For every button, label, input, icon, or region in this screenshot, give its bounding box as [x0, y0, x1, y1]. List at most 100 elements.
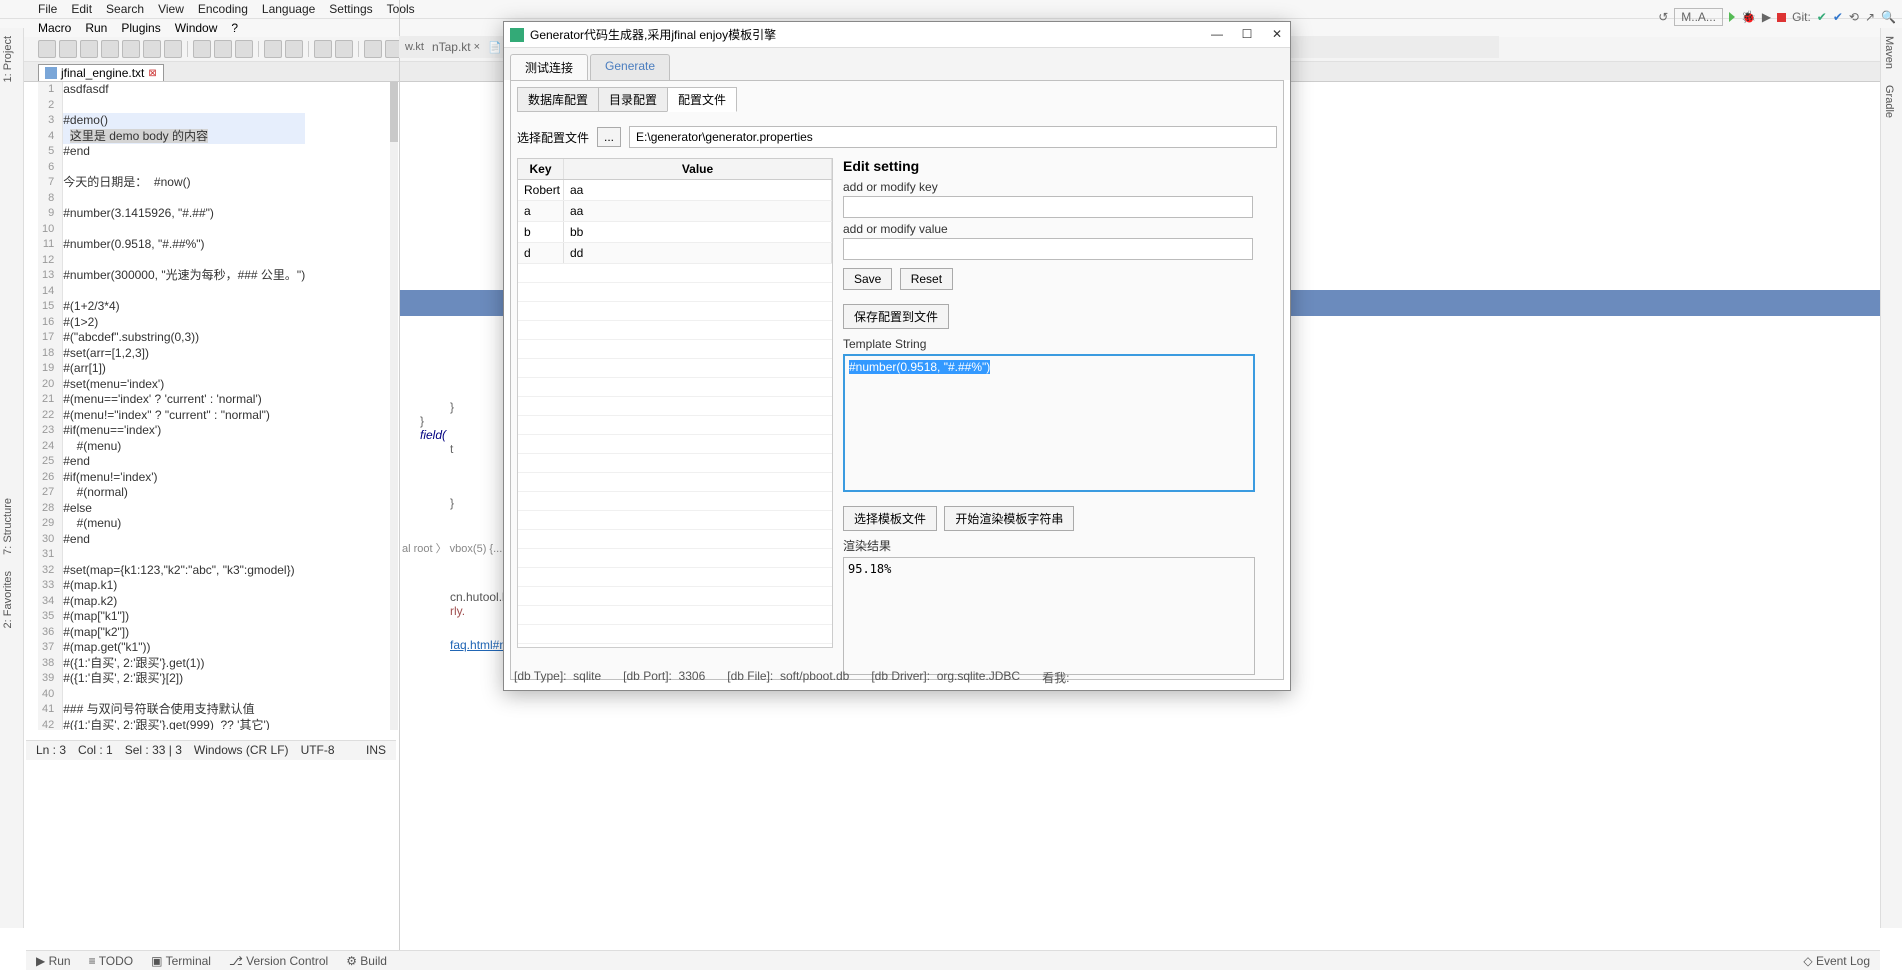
status-enc: UTF-8 — [301, 743, 335, 758]
ide-tab-2[interactable]: nTap.kt × — [432, 38, 480, 56]
template-string-label: Template String — [843, 337, 1277, 351]
bottom-todo[interactable]: ≡ TODO — [89, 954, 134, 968]
maximize-icon[interactable]: ☐ — [1240, 28, 1254, 42]
coverage-icon[interactable]: ▶ — [1762, 10, 1771, 24]
tb-find[interactable] — [314, 40, 332, 58]
app-icon — [510, 28, 524, 42]
close-icon[interactable]: ✕ — [1270, 28, 1284, 42]
subtab-db[interactable]: 数据库配置 — [517, 87, 599, 112]
scrollbar-thumb[interactable] — [390, 82, 398, 142]
status-ln: Ln : 3 — [36, 743, 66, 758]
kv-table[interactable]: Key Value Robertaaaaabbbddd — [517, 158, 833, 648]
template-textarea[interactable]: #number(0.9518, "#.##%") — [843, 354, 1255, 492]
subtab-dir[interactable]: 目录配置 — [598, 87, 668, 112]
stop-icon[interactable] — [1777, 13, 1786, 22]
structure-tool[interactable]: 7: Structure — [0, 490, 16, 563]
tb-cut[interactable] — [193, 40, 211, 58]
project-tool[interactable]: 1: Project — [0, 28, 16, 90]
gradle-tool[interactable]: Gradle — [1881, 77, 1897, 126]
table-row[interactable]: aaa — [518, 201, 832, 222]
editor-status-bar: Ln : 3 Col : 1 Sel : 33 | 3 Windows (CR … — [26, 740, 396, 760]
tb-closeall[interactable] — [143, 40, 161, 58]
editor-file-tab[interactable]: jfinal_engine.txt ⊠ — [38, 64, 164, 81]
menu-file[interactable]: File — [38, 2, 57, 16]
menu-edit[interactable]: Edit — [71, 2, 92, 16]
subtab-cfg[interactable]: 配置文件 — [667, 87, 737, 112]
maven-tool[interactable]: Maven — [1881, 28, 1897, 77]
tb-save[interactable] — [80, 40, 98, 58]
tb-print[interactable] — [164, 40, 182, 58]
status-sel: Sel : 33 | 3 — [125, 743, 182, 758]
value-input[interactable] — [843, 238, 1253, 260]
browse-button[interactable]: ... — [597, 127, 621, 147]
menu-view[interactable]: View — [158, 2, 184, 16]
tb-undo[interactable] — [264, 40, 282, 58]
bottom-terminal[interactable]: ▣ Terminal — [151, 954, 211, 968]
table-row[interactable]: Robertaa — [518, 180, 832, 201]
dialog-status-bar: [db Type]: sqlite [db Port]: 3306 [db Fi… — [514, 669, 1280, 686]
menu-run[interactable]: Run — [85, 21, 107, 35]
menu-help[interactable]: ? — [231, 21, 238, 35]
tb-paste[interactable] — [235, 40, 253, 58]
tb-redo[interactable] — [285, 40, 303, 58]
tb-zoom-in[interactable] — [364, 40, 382, 58]
menu-window[interactable]: Window — [175, 21, 218, 35]
vcs-commit-icon[interactable]: ✔ — [1833, 10, 1843, 24]
tb-saveall[interactable] — [101, 40, 119, 58]
text-editor[interactable]: 1234567891011121314151617181920212223242… — [38, 82, 396, 730]
status-eol: Windows (CR LF) — [194, 743, 289, 758]
file-icon — [45, 67, 57, 79]
tb-replace[interactable] — [335, 40, 353, 58]
add-value-label: add or modify value — [843, 222, 1277, 236]
minimize-icon[interactable]: — — [1210, 28, 1224, 42]
choose-template-button[interactable]: 选择模板文件 — [843, 506, 937, 531]
status-col: Col : 1 — [78, 743, 113, 758]
history-icon[interactable]: ⟲ — [1849, 10, 1859, 24]
search-icon[interactable]: 🔍 — [1881, 10, 1896, 24]
menu-search[interactable]: Search — [106, 2, 144, 16]
tb-new[interactable] — [38, 40, 56, 58]
reset-button[interactable]: Reset — [900, 268, 953, 290]
tab-generate[interactable]: Generate — [590, 54, 670, 80]
save-config-button[interactable]: 保存配置到文件 — [843, 304, 949, 329]
menu-language[interactable]: Language — [262, 2, 315, 16]
menu-settings[interactable]: Settings — [329, 2, 372, 16]
ide-tab-1[interactable]: w.kt — [405, 38, 424, 56]
tb-copy[interactable] — [214, 40, 232, 58]
dialog-title: Generator代码生成器,采用jfinal enjoy模板引擎 — [530, 26, 1210, 43]
menu-macro[interactable]: Macro — [38, 21, 71, 35]
dialog-titlebar[interactable]: Generator代码生成器,采用jfinal enjoy模板引擎 — ☐ ✕ — [504, 22, 1290, 48]
close-icon[interactable]: ⊠ — [148, 68, 156, 79]
status-mode: INS — [366, 743, 386, 758]
bottom-eventlog[interactable]: ◇ Event Log — [1803, 954, 1870, 968]
tb-open[interactable] — [59, 40, 77, 58]
run-config-combo[interactable]: M..A... — [1674, 8, 1723, 26]
bottom-vc[interactable]: ⎇ Version Control — [229, 954, 328, 968]
bottom-build[interactable]: ⚙ Build — [346, 954, 387, 968]
favorites-tool[interactable]: 2: Favorites — [0, 563, 16, 636]
select-config-label: 选择配置文件 — [517, 129, 589, 146]
key-input[interactable] — [843, 196, 1253, 218]
debug-icon[interactable]: 🐞 — [1741, 10, 1756, 24]
breadcrumb[interactable]: al root 〉 vbox(5) {... — [402, 540, 502, 556]
revert-icon[interactable]: ↗ — [1865, 10, 1875, 24]
table-row[interactable]: bbb — [518, 222, 832, 243]
col-key: Key — [518, 159, 564, 179]
tb-close[interactable] — [122, 40, 140, 58]
scrollbar-track — [390, 82, 398, 730]
panel-close[interactable]: ✕ — [1501, 32, 1901, 46]
generator-dialog: Generator代码生成器,采用jfinal enjoy模板引擎 — ☐ ✕ … — [503, 21, 1291, 691]
table-row[interactable]: ddd — [518, 243, 832, 264]
render-template-button[interactable]: 开始渲染模板字符串 — [944, 506, 1074, 531]
run-icon[interactable] — [1729, 12, 1735, 22]
menu-encoding[interactable]: Encoding — [198, 2, 248, 16]
tab-test-connection[interactable]: 测试连接 — [510, 54, 588, 80]
menu-plugins[interactable]: Plugins — [121, 21, 160, 35]
run-toolbar: ↺ M..A... 🐞 ▶ Git: ✔ ✔ ⟲ ↗ 🔍 — [1658, 8, 1896, 26]
save-button[interactable]: Save — [843, 268, 892, 290]
bottom-run[interactable]: ▶ Run — [36, 954, 71, 968]
vcs-update-icon[interactable]: ✔ — [1817, 10, 1827, 24]
config-path-input[interactable] — [629, 126, 1277, 148]
menu-tools[interactable]: Tools — [387, 2, 415, 16]
render-result-label: 渲染结果 — [843, 537, 1277, 554]
